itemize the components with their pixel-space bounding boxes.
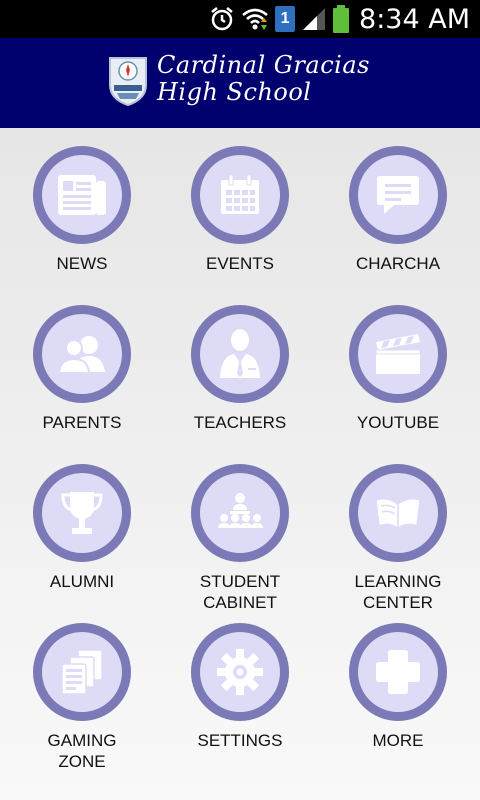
menu-item-label: CHARCHA: [355, 254, 441, 273]
menu-item-label: EVENTS: [205, 254, 275, 273]
cabinet-icon: [218, 493, 263, 528]
battery-icon: [333, 5, 350, 33]
menu-item-label: MORE: [372, 731, 424, 750]
wifi-icon: [242, 8, 268, 30]
menu-item-news[interactable]: NEWS: [7, 146, 157, 274]
menu-item-gaming-zone[interactable]: GAMING ZONE: [7, 623, 157, 772]
clapperboard-icon: [375, 334, 421, 374]
school-crest-logo: [109, 57, 147, 107]
menu-item-label: ALUMNI: [49, 572, 115, 591]
menu-item-label: TEACHERS: [193, 413, 287, 432]
menu-item-youtube[interactable]: YOUTUBE: [323, 305, 473, 433]
menu-item-teachers[interactable]: TEACHERS: [165, 305, 315, 433]
menu-item-student-cabinet[interactable]: STUDENT CABINET: [165, 464, 315, 613]
school-title-line2: High School: [157, 78, 312, 106]
school-title: Cardinal Gracias High School: [157, 52, 370, 106]
menu-item-label: SETTINGS: [197, 731, 283, 750]
menu-item-parents[interactable]: PARENTS: [7, 305, 157, 433]
sim-icon: 1: [275, 6, 296, 32]
gear-icon: [217, 649, 263, 695]
menu-grid: NEWS EVENTS CHARCHA PARENTS TEACHERS YOU…: [0, 128, 480, 800]
menu-item-more[interactable]: MORE: [323, 623, 473, 751]
menu-item-label: NEWS: [56, 254, 108, 273]
status-time: 8:34 AM: [359, 3, 470, 35]
menu-item-settings[interactable]: SETTINGS: [165, 623, 315, 751]
parents-icon: [58, 336, 105, 374]
menu-item-charcha[interactable]: CHARCHA: [323, 146, 473, 274]
school-title-line1: Cardinal Gracias: [157, 51, 370, 79]
menu-item-label: YOUTUBE: [356, 413, 440, 432]
menu-item-learning-center[interactable]: LEARNING CENTER: [323, 464, 473, 613]
plus-icon: [376, 650, 420, 694]
status-bar: 1 8:34 AM: [0, 0, 480, 38]
chat-icon: [377, 176, 419, 214]
teacher-icon: [220, 329, 260, 378]
menu-item-alumni[interactable]: ALUMNI: [7, 464, 157, 592]
menu-item-events[interactable]: EVENTS: [165, 146, 315, 274]
menu-item-label: GAMING ZONE: [47, 731, 117, 771]
status-icons: 1 8:34 AM: [209, 0, 470, 38]
menu-item-label: LEARNING CENTER: [354, 572, 442, 612]
trophy-icon: [61, 492, 103, 534]
menu-item-label: PARENTS: [42, 413, 122, 432]
newspaper-icon: [58, 175, 106, 215]
menu-item-label: STUDENT CABINET: [199, 572, 281, 612]
cards-icon: [61, 649, 103, 695]
signal-icon: [303, 8, 326, 30]
book-icon: [375, 497, 421, 530]
app-header: Cardinal Gracias High School: [0, 38, 480, 128]
calendar-icon: [221, 174, 259, 214]
alarm-icon: [211, 7, 233, 31]
